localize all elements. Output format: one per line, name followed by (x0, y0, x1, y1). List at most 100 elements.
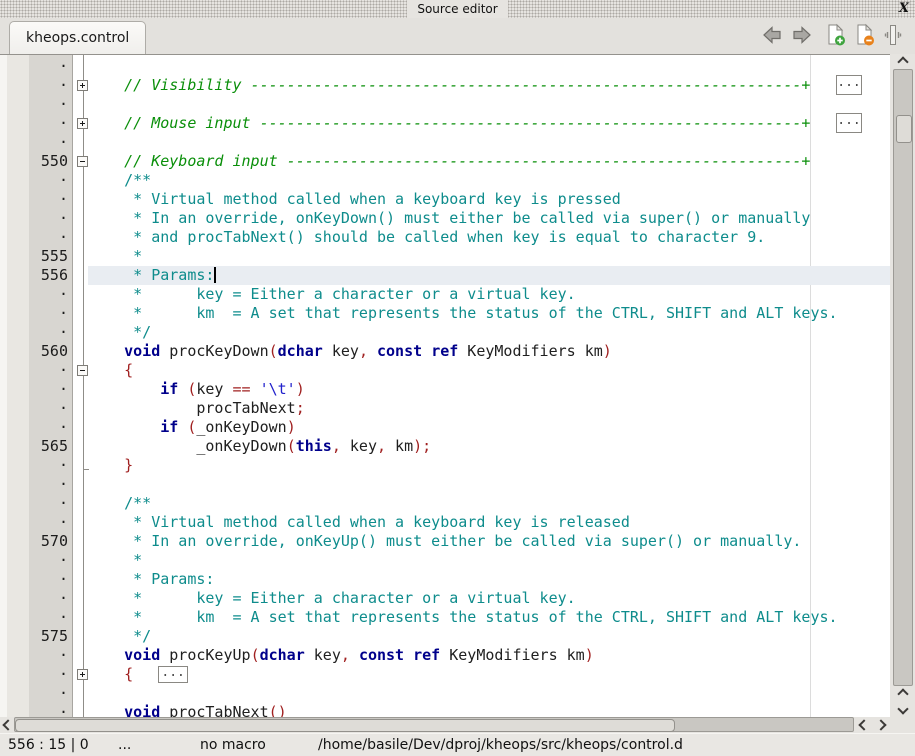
code-line[interactable]: · * km = A set that represents the statu… (0, 304, 890, 323)
horizontal-scrollbar[interactable] (0, 716, 890, 733)
line-number[interactable]: · (0, 399, 72, 418)
line-number[interactable]: · (0, 494, 72, 513)
fold-expand-icon[interactable] (77, 118, 88, 129)
horizontal-scroll-track[interactable] (14, 717, 854, 732)
code-line[interactable]: · {... (0, 665, 890, 684)
scroll-right-button[interactable] (873, 716, 888, 733)
code-line[interactable]: · // Mouse input -----------------------… (0, 114, 890, 133)
code-text[interactable]: /** (88, 494, 890, 513)
code-text[interactable]: * In an override, onKeyDown() must eithe… (88, 209, 890, 228)
code-line[interactable]: · */ (0, 323, 890, 342)
vertical-scroll-track[interactable] (893, 69, 913, 686)
line-number[interactable]: · (0, 171, 72, 190)
line-number[interactable]: · (0, 570, 72, 589)
line-number[interactable]: · (0, 608, 72, 627)
line-number[interactable]: · (0, 304, 72, 323)
code-text[interactable]: _onKeyDown(this, key, km); (88, 437, 890, 456)
line-number[interactable]: · (0, 418, 72, 437)
code-text[interactable]: * (88, 247, 890, 266)
code-text[interactable]: * Virtual method called when a keyboard … (88, 190, 890, 209)
scroll-left-button-right[interactable] (856, 716, 871, 733)
code-line[interactable]: 560 void procKeyDown(dchar key, const re… (0, 342, 890, 361)
code-line[interactable]: · { (0, 361, 890, 380)
line-number[interactable]: · (0, 190, 72, 209)
code-line[interactable]: 555 * (0, 247, 890, 266)
line-number[interactable]: · (0, 513, 72, 532)
code-line[interactable]: · (0, 57, 890, 76)
code-line[interactable]: 565 _onKeyDown(this, key, km); (0, 437, 890, 456)
code-text[interactable]: */ (88, 627, 890, 646)
add-document-button[interactable] (825, 23, 847, 47)
code-line[interactable]: · * In an override, onKeyDown() must eit… (0, 209, 890, 228)
code-text[interactable]: void procKeyUp(dchar key, const ref KeyM… (88, 646, 890, 665)
code-line[interactable]: · * Virtual method called when a keyboar… (0, 190, 890, 209)
tab-kheops-control[interactable]: kheops.control (9, 21, 146, 54)
folded-code-ellipsis[interactable]: ... (158, 666, 188, 683)
code-text[interactable]: * (88, 551, 890, 570)
vertical-scroll-thumb[interactable] (896, 115, 912, 143)
code-text[interactable]: { (88, 361, 890, 380)
code-text[interactable]: * km = A set that represents the status … (88, 304, 890, 323)
code-editor[interactable]: ·· // Visibility -----------------------… (0, 54, 890, 717)
code-text[interactable]: void procTabNext() (88, 703, 890, 717)
line-number[interactable]: 556 (0, 266, 72, 285)
line-number[interactable]: · (0, 456, 72, 475)
code-text[interactable] (88, 475, 890, 494)
line-number[interactable]: · (0, 114, 72, 133)
code-text[interactable]: * In an override, onKeyUp() must either … (88, 532, 890, 551)
code-text[interactable]: * key = Either a character or a virtual … (88, 285, 890, 304)
code-line[interactable]: · * key = Either a character or a virtua… (0, 589, 890, 608)
fold-expand-icon[interactable] (77, 669, 88, 680)
line-number[interactable]: 575 (0, 627, 72, 646)
code-line[interactable]: · void procTabNext() (0, 703, 890, 717)
folded-code-ellipsis[interactable]: ... (836, 75, 862, 95)
code-text[interactable]: * km = A set that represents the status … (88, 608, 890, 627)
line-number[interactable]: · (0, 589, 72, 608)
code-text[interactable]: /** (88, 171, 890, 190)
code-text[interactable] (88, 133, 890, 152)
code-line[interactable]: · * Params: (0, 570, 890, 589)
code-text[interactable]: if (_onKeyDown) (88, 418, 890, 437)
line-number[interactable]: · (0, 703, 72, 717)
code-text[interactable]: * and procTabNext() should be called whe… (88, 228, 890, 247)
code-text[interactable]: if (key == '\t') (88, 380, 890, 399)
line-number[interactable]: 565 (0, 437, 72, 456)
code-line[interactable]: · (0, 133, 890, 152)
fold-collapse-icon[interactable] (77, 365, 88, 376)
scroll-left-button[interactable] (0, 716, 15, 733)
code-line[interactable]: 550 // Keyboard input ------------------… (0, 152, 890, 171)
close-icon[interactable]: X (899, 1, 909, 16)
code-line[interactable]: · void procKeyUp(dchar key, const ref Ke… (0, 646, 890, 665)
scroll-up-button[interactable] (892, 55, 914, 69)
code-line[interactable]: · /** (0, 171, 890, 190)
line-number[interactable]: 560 (0, 342, 72, 361)
line-number[interactable]: · (0, 551, 72, 570)
back-button[interactable] (761, 23, 783, 47)
fold-collapse-icon[interactable] (77, 156, 88, 167)
split-view-button[interactable] (882, 23, 904, 47)
code-text[interactable] (88, 684, 890, 703)
code-text[interactable]: * Params: (88, 570, 890, 589)
code-line[interactable]: · // Visibility ------------------------… (0, 76, 890, 95)
line-number[interactable]: 555 (0, 247, 72, 266)
line-number[interactable]: · (0, 665, 72, 684)
code-line[interactable]: · * key = Either a character or a virtua… (0, 285, 890, 304)
code-text[interactable]: // Mouse input -------------------------… (88, 114, 890, 133)
code-line[interactable]: · } (0, 456, 890, 475)
vertical-scrollbar[interactable] (892, 55, 914, 716)
code-line[interactable]: · (0, 95, 890, 114)
horizontal-scroll-thumb[interactable] (15, 719, 675, 732)
line-number[interactable]: · (0, 95, 72, 114)
code-line[interactable]: · (0, 475, 890, 494)
line-number[interactable]: 570 (0, 532, 72, 551)
code-line[interactable]: · * Virtual method called when a keyboar… (0, 513, 890, 532)
code-line[interactable]: · procTabNext; (0, 399, 890, 418)
line-number[interactable]: · (0, 76, 72, 95)
line-number[interactable]: · (0, 646, 72, 665)
line-number[interactable]: · (0, 323, 72, 342)
code-text[interactable]: // Visibility --------------------------… (88, 76, 890, 95)
fold-expand-icon[interactable] (77, 80, 88, 91)
code-text[interactable]: {... (88, 665, 890, 684)
line-number[interactable]: · (0, 380, 72, 399)
remove-document-button[interactable] (854, 23, 876, 47)
